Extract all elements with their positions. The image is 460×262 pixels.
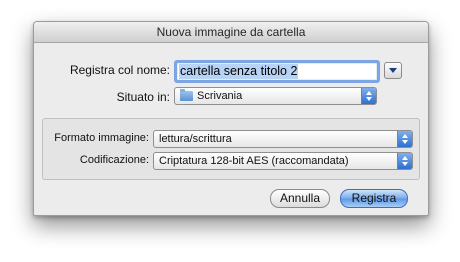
encryption-label: Codificazione: — [79, 154, 149, 166]
encryption-popup[interactable]: Criptatura 128-bit AES (raccomandata) — [153, 152, 413, 170]
chevron-down-icon — [389, 68, 397, 73]
popup-arrows-icon — [361, 88, 376, 104]
name-label: Registra col nome: — [69, 63, 170, 77]
location-label: Situato in: — [116, 90, 170, 104]
format-label: Formato immagine: — [54, 132, 149, 144]
save-dialog: Nuova immagine da cartella Registra col … — [33, 21, 429, 216]
location-popup[interactable]: Scrivania — [174, 87, 377, 105]
expand-browser-button[interactable] — [384, 62, 402, 79]
save-button[interactable]: Registra — [340, 189, 408, 208]
image-options-group: Formato immagine: lettura/scrittura Codi… — [42, 118, 420, 180]
cancel-button[interactable]: Annulla — [270, 189, 330, 208]
dialog-title: Nuova immagine da cartella — [34, 22, 428, 43]
popup-arrows-icon — [397, 131, 412, 147]
folder-icon — [180, 89, 193, 101]
format-popup[interactable]: lettura/scrittura — [153, 130, 413, 148]
name-field[interactable]: cartella senza titolo 2 — [174, 60, 380, 83]
location-value: Scrivania — [197, 90, 243, 102]
popup-arrows-icon — [397, 153, 412, 169]
name-field-value: cartella senza titolo 2 — [179, 64, 299, 79]
encryption-value: Criptatura 128-bit AES (raccomandata) — [159, 155, 349, 167]
format-value: lettura/scrittura — [159, 133, 232, 145]
